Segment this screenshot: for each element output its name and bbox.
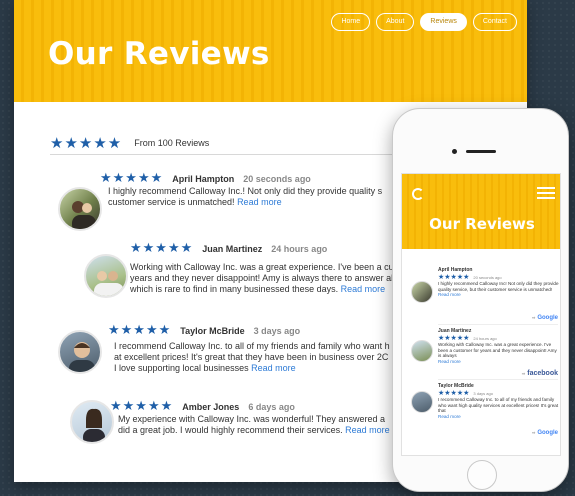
review-header: ★★★★★ Juan Martinez 24 hours ago — [130, 240, 327, 256]
review-stars: ★★★★★ — [130, 240, 194, 255]
phone-home-button[interactable] — [467, 460, 497, 490]
review-text: Working with Calloway Inc. was a great e… — [130, 262, 409, 295]
review-line: at excellent prices! It's great that the… — [114, 352, 389, 362]
phone-screen: Our Reviews April Hampton ★★★★★ 20 secon… — [401, 173, 561, 456]
hamburger-menu-icon[interactable] — [537, 187, 555, 202]
google-logo: Google — [537, 315, 558, 321]
reviewer-name: Amber Jones — [182, 402, 240, 412]
review-time: 6 days ago — [248, 402, 295, 412]
facebook-logo: facebook — [527, 370, 558, 377]
reviewer-avatar — [58, 330, 102, 374]
review-header: ★★★★★ 20 seconds ago — [438, 273, 502, 281]
review-time: 24 hours ago — [271, 244, 328, 254]
review-body: I highly recommend Calloway Inc! Not onl… — [438, 281, 559, 292]
nav-reviews-button[interactable]: Reviews — [420, 13, 467, 31]
read-more-link[interactable]: Read more — [237, 197, 282, 207]
review-stars: ★★★★★ — [110, 398, 174, 413]
review-text: I highly recommend Calloway Inc.! Not on… — [108, 186, 408, 208]
review-line: customer service is unmatched! — [108, 197, 238, 207]
review-source: ⇨ Google — [532, 315, 558, 321]
logo-icon — [412, 188, 424, 200]
review-time: 24 hours ago — [473, 336, 497, 341]
review-header: ★★★★★ April Hampton 20 seconds ago — [100, 170, 311, 186]
review-line: did a great job. I would highly recommen… — [118, 425, 346, 435]
read-more-link[interactable]: Read more — [345, 425, 390, 435]
read-more-link[interactable]: Read more — [438, 414, 560, 420]
review-time: 3 days ago — [253, 326, 301, 336]
review-stars: ★★★★★ — [438, 274, 470, 281]
review-line: Working with Calloway Inc. was a great e… — [130, 262, 403, 272]
read-more-link[interactable]: Read more — [438, 292, 560, 298]
google-logo: Google — [537, 430, 558, 436]
divider — [438, 379, 558, 380]
reviewer-avatar — [411, 391, 433, 413]
review-header: ★★★★★ Amber Jones 6 days ago — [110, 398, 295, 414]
review-time: 20 seconds ago — [473, 275, 502, 280]
review-stars: ★★★★★ — [108, 322, 172, 337]
review-body: Working with Calloway Inc. was a great e… — [438, 342, 557, 359]
review-stars: ★★★★★ — [438, 390, 470, 397]
reviewer-name: April Hampton — [172, 174, 235, 184]
mobile-hero: Our Reviews — [402, 174, 560, 249]
review-stars: ★★★★★ — [438, 335, 470, 342]
review-text: I recommend Calloway Inc. to all of my f… — [114, 341, 409, 374]
review-header: ★★★★★ 3 days ago — [438, 389, 493, 397]
reviewer-avatar — [58, 187, 102, 231]
review-text: I highly recommend Calloway Inc! Not onl… — [438, 281, 560, 298]
review-source: ⇨ Google — [532, 430, 558, 436]
review-line: I recommend Calloway Inc. to all of my f… — [114, 341, 390, 351]
divider — [438, 324, 558, 325]
reviewer-avatar — [411, 340, 433, 362]
reviews-list: ★★★★★ April Hampton 20 seconds ago I hig… — [14, 0, 409, 482]
reviewer-name: Taylor McBride — [180, 326, 245, 336]
review-line: I love supporting local businesses — [114, 363, 252, 373]
review-line: which is rare to find in many businessed… — [130, 284, 341, 294]
source-icon: ⇨ — [531, 315, 536, 320]
review-line: My experience with Calloway Inc. was won… — [118, 414, 385, 424]
read-more-link[interactable]: Read more — [341, 284, 386, 294]
read-more-link[interactable]: Read more — [438, 359, 560, 365]
reviewer-name: Juan Martinez — [202, 244, 263, 254]
review-body: I recommend Calloway Inc. to all of my f… — [438, 397, 559, 414]
review-text: I recommend Calloway Inc. to all of my f… — [438, 397, 560, 419]
review-text: My experience with Calloway Inc. was won… — [118, 414, 409, 436]
review-time: 20 seconds ago — [243, 174, 311, 184]
review-header: ★★★★★ 24 hours ago — [438, 334, 497, 342]
review-line: years and they never disappoint! Amy is … — [130, 273, 403, 283]
reviewer-avatar — [411, 281, 433, 303]
nav-contact-button[interactable]: Contact — [472, 13, 517, 31]
source-icon: ⇨ — [521, 371, 526, 376]
source-icon: ⇨ — [531, 430, 536, 435]
reviewer-avatar — [70, 400, 114, 444]
review-header: ★★★★★ Taylor McBride 3 days ago — [108, 322, 300, 338]
review-text: Working with Calloway Inc. was a great e… — [438, 342, 560, 364]
review-source: ⇨ facebook — [522, 370, 558, 377]
read-more-link[interactable]: Read more — [251, 363, 296, 373]
phone-camera — [452, 149, 457, 154]
phone-speaker — [466, 150, 496, 153]
phone-mockup: Our Reviews April Hampton ★★★★★ 20 secon… — [392, 108, 569, 492]
mobile-page-title: Our Reviews — [429, 215, 535, 233]
review-line: I highly recommend Calloway Inc.! Not on… — [108, 186, 383, 196]
review-time: 3 days ago — [473, 391, 493, 396]
reviewer-avatar — [84, 254, 128, 298]
review-stars: ★★★★★ — [100, 170, 164, 185]
